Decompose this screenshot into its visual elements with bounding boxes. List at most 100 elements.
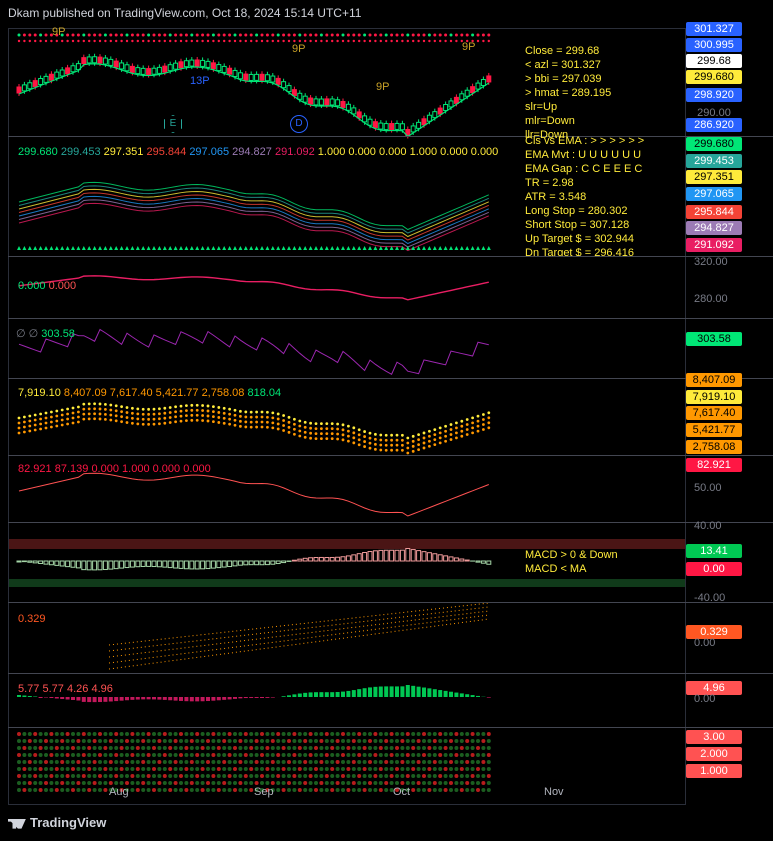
signal-dot <box>136 33 140 37</box>
grid-dot <box>238 732 243 736</box>
pane5-dot <box>282 424 285 427</box>
grid-dot <box>189 788 194 792</box>
pane5-dot <box>271 416 275 420</box>
grid-dot <box>141 746 146 750</box>
signal-dot <box>352 33 356 37</box>
signal-triangle <box>33 246 38 250</box>
grid-dot <box>211 753 216 757</box>
grid-dot <box>351 732 356 736</box>
grid-dot <box>303 788 308 792</box>
grid-dot <box>60 753 65 757</box>
tradingview-brand[interactable]: TradingView <box>8 815 106 830</box>
grid-dot <box>389 753 394 757</box>
pane5-dot <box>222 411 226 415</box>
pane5-dot <box>158 417 161 421</box>
pane5-dot <box>44 411 48 415</box>
grid-dot <box>438 788 443 792</box>
signal-dot <box>87 33 91 37</box>
grid-dot <box>303 760 308 764</box>
grid-dot <box>206 732 210 736</box>
grid-dot <box>308 788 313 792</box>
grid-dot <box>87 732 92 736</box>
grid-dot <box>400 774 405 778</box>
dividend-badge[interactable]: D <box>290 115 308 133</box>
price-tag: 286.920 <box>686 118 742 132</box>
grid-dot <box>49 753 54 757</box>
grid-dot <box>81 767 86 771</box>
grid-dot <box>319 774 324 778</box>
grid-dot <box>119 739 124 743</box>
signal-triangle <box>287 246 291 250</box>
grid-dot <box>276 767 281 771</box>
pane5-dot <box>460 429 464 433</box>
grid-dot <box>33 767 38 771</box>
grid-dot <box>319 760 324 764</box>
pane5-dot <box>66 422 69 426</box>
hist-bar <box>422 687 426 697</box>
hist-bar <box>146 697 151 700</box>
grid-dot <box>270 767 275 771</box>
grid-dot <box>125 732 129 736</box>
grid-dot <box>189 739 194 743</box>
grid-dot <box>378 732 383 736</box>
macd-bar <box>189 560 195 570</box>
pane5-dot <box>249 420 253 424</box>
ema-ribbon <box>18 199 489 248</box>
legend-value: 4.26 <box>66 683 89 695</box>
grid-dot <box>200 781 205 785</box>
grid-dot <box>44 753 48 757</box>
grid-dot <box>405 732 410 736</box>
macd-bar <box>329 556 335 562</box>
grid-dot <box>119 746 124 750</box>
pane5-dot <box>341 438 345 442</box>
candle-body <box>178 61 184 69</box>
signal-triangle <box>486 246 491 250</box>
grid-dot <box>135 732 140 736</box>
grid-dot <box>362 739 367 743</box>
candle-body <box>194 59 200 67</box>
hist-bar <box>238 697 243 699</box>
macd-bar <box>162 560 168 568</box>
macd-bar <box>459 558 465 562</box>
pane5-dot <box>266 415 269 419</box>
pane5-dot <box>190 403 194 407</box>
pane5-dot <box>217 406 221 409</box>
grid-dot <box>157 760 162 764</box>
pane5-dot <box>379 448 383 452</box>
candle-body <box>248 73 254 81</box>
grid-dot <box>476 732 480 736</box>
grid-dot <box>152 774 156 778</box>
price-tag: 7,919.10 <box>686 390 742 404</box>
grid-dot <box>319 753 324 757</box>
grid-dot <box>38 760 43 764</box>
pane5-dot <box>330 422 334 426</box>
grid-dot <box>351 781 356 785</box>
signal-dot <box>358 39 361 43</box>
candle-body <box>437 107 443 115</box>
pane6-legend: 82.921 87.139 0.000 1.000 0.000 0.000 <box>18 463 211 475</box>
pane5-dot <box>330 437 334 441</box>
grid-dot <box>395 753 399 757</box>
hist-bar <box>152 697 156 700</box>
grid-dot <box>146 732 151 736</box>
grid-dot <box>216 774 221 778</box>
grid-dot <box>443 753 448 757</box>
pane5-dot <box>239 409 242 413</box>
candle-body <box>97 56 103 64</box>
grid-dot <box>422 774 426 778</box>
pane5-dot <box>125 411 129 414</box>
signal-triangle <box>314 246 318 250</box>
pane5-dot <box>44 426 48 430</box>
grid-dot <box>459 732 464 736</box>
price-tag: 5,421.77 <box>686 423 742 437</box>
signal-dot <box>17 39 21 43</box>
grid-dot <box>200 767 205 771</box>
signal-triangle <box>17 246 21 250</box>
hist-bar <box>373 686 378 697</box>
grid-dot <box>33 788 38 792</box>
pane5-dot <box>433 438 437 441</box>
grid-dot <box>184 767 189 771</box>
grid-dot <box>179 760 183 764</box>
grid-dot <box>249 746 254 750</box>
pane5-dot <box>239 419 242 423</box>
